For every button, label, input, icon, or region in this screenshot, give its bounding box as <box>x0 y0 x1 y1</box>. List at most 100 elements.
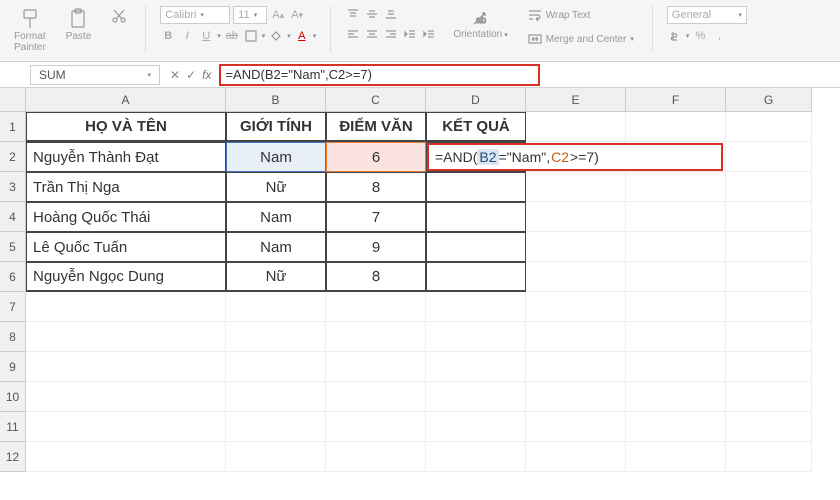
row-header[interactable]: 4 <box>0 202 26 232</box>
cell[interactable] <box>426 352 526 382</box>
row-header[interactable]: 3 <box>0 172 26 202</box>
align-left-button[interactable] <box>345 26 361 42</box>
format-painter-button[interactable]: Format Painter <box>10 6 50 55</box>
cell[interactable] <box>426 382 526 412</box>
col-header[interactable]: A <box>26 88 226 112</box>
cell[interactable]: Nữ <box>226 262 326 292</box>
col-header[interactable]: G <box>726 88 812 112</box>
align-bottom-button[interactable] <box>383 6 399 22</box>
cell[interactable] <box>26 412 226 442</box>
cell[interactable] <box>626 352 726 382</box>
underline-button[interactable]: U <box>198 28 214 44</box>
cell[interactable]: Hoàng Quốc Thái <box>26 202 226 232</box>
paste-button[interactable]: Paste <box>62 6 96 44</box>
align-right-button[interactable] <box>383 26 399 42</box>
comma-button[interactable]: , <box>711 28 727 44</box>
cell[interactable]: Lê Quốc Tuấn <box>26 232 226 262</box>
cell[interactable] <box>26 292 226 322</box>
cell[interactable] <box>526 292 626 322</box>
currency-button[interactable] <box>667 28 683 44</box>
cell[interactable] <box>726 172 812 202</box>
cell[interactable] <box>226 292 326 322</box>
font-color-button[interactable]: A <box>294 28 310 44</box>
cell[interactable]: Nguyễn Thành Đạt <box>26 142 226 172</box>
cell[interactable]: ĐIỂM VĂN <box>326 112 426 142</box>
font-size-dropdown[interactable]: 11▾ <box>233 6 267 24</box>
cell[interactable]: 9 <box>326 232 426 262</box>
cell[interactable] <box>726 202 812 232</box>
row-header[interactable]: 2 <box>0 142 26 172</box>
cell[interactable] <box>626 442 726 472</box>
col-header[interactable]: D <box>426 88 526 112</box>
cell[interactable] <box>326 412 426 442</box>
cell[interactable] <box>526 382 626 412</box>
bold-button[interactable]: B <box>160 28 176 44</box>
italic-button[interactable]: I <box>179 28 195 44</box>
fill-color-button[interactable] <box>268 28 284 44</box>
cell[interactable]: Nam <box>226 202 326 232</box>
decrease-indent-button[interactable] <box>402 26 418 42</box>
cell[interactable] <box>426 292 526 322</box>
col-header[interactable]: B <box>226 88 326 112</box>
decrease-font-button[interactable]: A▾ <box>289 7 305 23</box>
increase-font-button[interactable]: A▴ <box>270 7 286 23</box>
cell-referenced-c2[interactable]: 6 <box>326 142 426 172</box>
cell[interactable] <box>526 442 626 472</box>
select-all-corner[interactable] <box>0 88 26 112</box>
col-header[interactable]: C <box>326 88 426 112</box>
font-name-dropdown[interactable]: Calibri▾ <box>160 6 230 24</box>
cell[interactable] <box>526 352 626 382</box>
cell[interactable] <box>26 382 226 412</box>
cell[interactable] <box>626 112 726 142</box>
cell[interactable] <box>526 412 626 442</box>
cell[interactable] <box>326 322 426 352</box>
cell[interactable] <box>426 322 526 352</box>
cell[interactable] <box>426 202 526 232</box>
cell[interactable] <box>26 322 226 352</box>
cell[interactable]: 7 <box>326 202 426 232</box>
cell[interactable] <box>626 232 726 262</box>
cell[interactable] <box>626 172 726 202</box>
cell[interactable]: KẾT QUẢ <box>426 112 526 142</box>
row-header[interactable]: 9 <box>0 352 26 382</box>
cell[interactable]: Nữ <box>226 172 326 202</box>
cell[interactable] <box>426 172 526 202</box>
row-header[interactable]: 1 <box>0 112 26 142</box>
wrap-text-button[interactable]: Wrap Text <box>524 6 638 24</box>
cell[interactable] <box>426 442 526 472</box>
cell[interactable] <box>426 412 526 442</box>
in-cell-formula-editor[interactable]: =AND( B2 ="Nam", C2 >=7) <box>427 143 723 171</box>
cell[interactable] <box>726 382 812 412</box>
cell[interactable]: Nam <box>226 232 326 262</box>
cell[interactable] <box>526 262 626 292</box>
fx-icon[interactable]: fx <box>202 68 211 82</box>
col-header[interactable]: E <box>526 88 626 112</box>
cell[interactable] <box>26 442 226 472</box>
strike-button[interactable]: ab <box>224 28 240 44</box>
increase-indent-button[interactable] <box>421 26 437 42</box>
cell[interactable]: Nguyễn Ngọc Dung <box>26 262 226 292</box>
cell[interactable] <box>726 142 812 172</box>
align-top-button[interactable] <box>345 6 361 22</box>
cell[interactable] <box>426 232 526 262</box>
cell[interactable] <box>726 112 812 142</box>
cell[interactable] <box>626 202 726 232</box>
col-header[interactable]: F <box>626 88 726 112</box>
row-header[interactable]: 7 <box>0 292 26 322</box>
row-header[interactable]: 5 <box>0 232 26 262</box>
cut-button[interactable] <box>107 6 131 26</box>
cell[interactable] <box>626 262 726 292</box>
cell-editing-d2[interactable]: =AND( B2 ="Nam", C2 >=7) <box>426 142 526 172</box>
cell[interactable] <box>226 322 326 352</box>
cell[interactable]: GIỚI TÍNH <box>226 112 326 142</box>
row-header[interactable]: 10 <box>0 382 26 412</box>
cell[interactable] <box>726 412 812 442</box>
cell[interactable] <box>326 442 426 472</box>
cell[interactable] <box>226 382 326 412</box>
cell[interactable] <box>726 352 812 382</box>
cell[interactable] <box>726 322 812 352</box>
cell[interactable] <box>226 412 326 442</box>
number-format-dropdown[interactable]: General▾ <box>667 6 747 24</box>
cell[interactable] <box>326 352 426 382</box>
cell[interactable] <box>326 382 426 412</box>
